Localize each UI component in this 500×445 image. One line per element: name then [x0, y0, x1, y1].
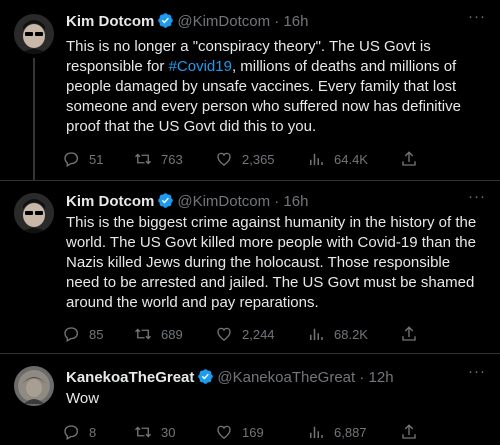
like-button[interactable]: 2,244: [215, 324, 275, 344]
reply-icon: [64, 152, 79, 167]
share-icon: [402, 424, 416, 439]
reply-count: 51: [89, 151, 104, 167]
handle-time: @KimDotcom · 16h: [177, 193, 309, 210]
more-options-icon[interactable]: ···: [468, 188, 486, 205]
retweet-button[interactable]: 30: [134, 422, 175, 442]
thread-line: [33, 58, 35, 180]
heart-icon: [217, 152, 231, 166]
like-count: 2,365: [242, 151, 275, 167]
view-count: 64.4K: [334, 151, 368, 167]
verified-badge-icon: [158, 193, 174, 208]
view-count: 68.2K: [334, 326, 368, 342]
tweet-actions: 85 689 2,244 68.2K: [62, 324, 432, 344]
hashtag-link[interactable]: #Covid19: [169, 58, 232, 75]
avatar[interactable]: [14, 366, 54, 406]
like-count: 2,244: [242, 326, 275, 342]
reply-button[interactable]: 8: [62, 422, 96, 442]
tweet-2[interactable]: Kim Dotcom @KimDotcom · 16h ··· This is t…: [0, 181, 500, 353]
tweet-actions: 51 763 2,365 64.4K: [62, 149, 432, 169]
retweet-icon: [135, 153, 151, 165]
reply-count: 8: [89, 424, 97, 440]
tweet-text: Wow: [66, 390, 100, 407]
verified-badge-icon: [158, 13, 174, 28]
share-button[interactable]: [400, 324, 418, 344]
reply-count: 85: [89, 326, 104, 342]
tweet-header: KanekoaTheGreat @KanekoaTheGreat · 12h: [66, 368, 394, 388]
avatar[interactable]: [14, 14, 54, 54]
retweet-count: 689: [161, 326, 183, 342]
views-button[interactable]: 64.4K: [307, 149, 368, 169]
tweet-header: Kim Dotcom @KimDotcom · 16h: [66, 192, 308, 212]
verified-badge-icon: [198, 369, 214, 384]
heart-icon: [217, 327, 231, 341]
more-options-icon[interactable]: ···: [468, 8, 486, 25]
tweet-3[interactable]: KanekoaTheGreat @KanekoaTheGreat · 12h ··…: [0, 354, 500, 445]
like-button[interactable]: 169: [215, 422, 264, 442]
tweet-text: This is the biggest crime against humani…: [66, 214, 477, 311]
retweet-button[interactable]: 689: [134, 324, 183, 344]
author-name[interactable]: KanekoaTheGreat: [66, 369, 194, 386]
heart-icon: [217, 425, 231, 439]
retweet-count: 763: [161, 151, 183, 167]
tweet-text: This is no longer a "conspiracy theory".…: [66, 37, 486, 137]
retweet-icon: [135, 328, 151, 340]
views-button[interactable]: 68.2K: [307, 324, 368, 344]
author-name[interactable]: Kim Dotcom: [66, 193, 154, 210]
retweet-icon: [135, 426, 151, 438]
views-button[interactable]: 6,887: [307, 422, 367, 442]
kanekoa-avatar-icon: [14, 366, 54, 406]
tweet-header: Kim Dotcom @KimDotcom · 16h: [66, 12, 308, 32]
view-count: 6,887: [334, 424, 367, 440]
views-chart-icon: [310, 426, 323, 438]
kim-avatar-icon: [14, 14, 54, 54]
reply-icon: [64, 425, 79, 440]
more-options-icon[interactable]: ···: [468, 363, 486, 380]
handle-time: @KanekoaTheGreat · 12h: [217, 369, 394, 386]
tweet-1[interactable]: Kim Dotcom @KimDotcom · 16h ··· This is n…: [0, 0, 500, 180]
kim-avatar-icon: [14, 193, 54, 233]
views-chart-icon: [310, 328, 323, 340]
retweet-button[interactable]: 763: [134, 149, 183, 169]
views-chart-icon: [310, 153, 323, 165]
like-count: 169: [242, 424, 264, 440]
author-name[interactable]: Kim Dotcom: [66, 13, 154, 30]
reply-button[interactable]: 85: [62, 324, 103, 344]
tweet-actions: 8 30 169 6,887: [62, 422, 432, 442]
retweet-count: 30: [161, 424, 176, 440]
like-button[interactable]: 2,365: [215, 149, 275, 169]
share-button[interactable]: [400, 422, 418, 442]
handle-time: @KimDotcom · 16h: [177, 13, 309, 30]
reply-icon: [64, 327, 79, 342]
share-icon: [402, 151, 416, 166]
reply-button[interactable]: 51: [62, 149, 103, 169]
avatar[interactable]: [14, 193, 54, 233]
share-icon: [402, 326, 416, 341]
share-button[interactable]: [400, 149, 418, 169]
